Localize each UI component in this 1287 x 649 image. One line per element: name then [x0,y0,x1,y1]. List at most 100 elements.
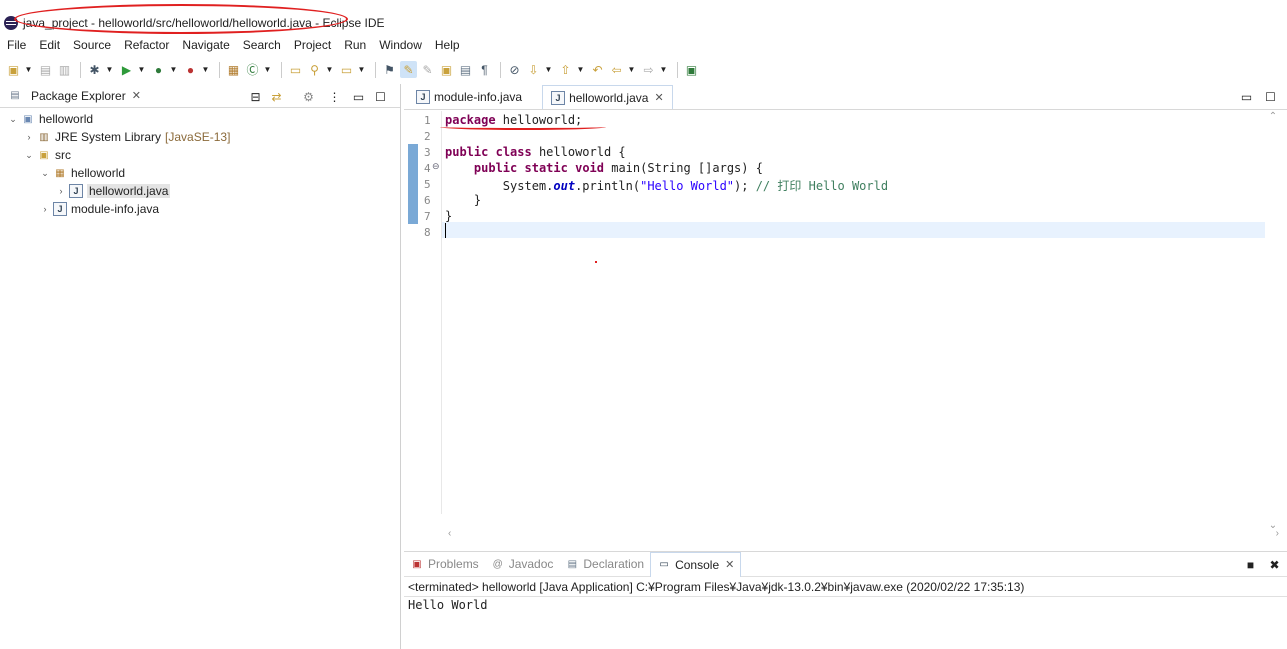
new-icon[interactable]: ▣ [5,61,22,78]
menu-navigate[interactable]: Navigate [175,36,235,54]
chevron-right-icon[interactable]: › [40,204,50,214]
tree-item-src[interactable]: ⌄ ▣ src [24,146,71,164]
keyword: void [575,161,604,175]
close-icon[interactable]: ✕ [725,558,734,571]
view-menu-icon[interactable]: ⋮ [326,88,343,105]
tab-declaration[interactable]: ▤ Declaration [559,552,650,577]
menu-refactor[interactable]: Refactor [117,36,175,54]
tab-problems-label: Problems [428,557,479,571]
menu-source[interactable]: Source [66,36,117,54]
previous-annotation-dropdown-icon[interactable]: ▼ [576,61,585,78]
new-package-icon[interactable]: ▦ [225,61,242,78]
coverage-icon[interactable]: ● [150,61,167,78]
remove-launch-icon[interactable]: ✖ [1266,556,1283,573]
chevron-right-icon[interactable]: › [56,186,66,196]
open-perspective-icon[interactable]: ▣ [683,61,700,78]
tree-item-helloworld-java[interactable]: › J helloworld.java [56,182,171,200]
minimize-icon[interactable]: ▭ [1238,88,1255,105]
collapse-all-icon[interactable]: ⊟ [247,88,264,105]
search-dropdown-icon[interactable]: ▼ [325,61,334,78]
coverage-dropdown-icon[interactable]: ▼ [169,61,178,78]
text-cursor [445,223,446,238]
next-annotation-icon[interactable]: ⇩ [525,61,542,78]
console-output[interactable]: Hello World [408,598,487,612]
menu-project[interactable]: Project [287,36,337,54]
project-label: helloworld [39,112,94,126]
run-dropdown-icon[interactable]: ▼ [137,61,146,78]
mark-occurrences-icon[interactable]: ✎ [419,61,436,78]
code-token: } [445,209,453,223]
debug-dropdown-icon[interactable]: ▼ [105,61,114,78]
maximize-icon[interactable]: ☐ [372,88,389,105]
horizontal-scrollbar[interactable]: ‹ › [442,528,1287,540]
chevron-right-icon[interactable]: › [24,132,34,142]
save-all-icon[interactable]: ▥ [56,61,73,78]
chevron-down-icon[interactable]: ⌄ [24,150,34,161]
new-class-dropdown-icon[interactable]: ▼ [263,61,272,78]
code-token: helloworld { [531,145,626,159]
code-token: } [473,193,482,207]
package-label: helloworld [71,166,126,180]
pin-icon[interactable]: ⚑ [381,61,398,78]
save-icon[interactable]: ▤ [37,61,54,78]
menu-run[interactable]: Run [337,36,372,54]
link-editor-icon[interactable]: ⇄ [268,88,285,105]
minimize-icon[interactable]: ▭ [350,88,367,105]
external-tools-dropdown-icon[interactable]: ▼ [201,61,210,78]
menu-file[interactable]: File [0,36,32,54]
tab-console-label: Console [675,557,720,572]
external-tools-icon[interactable]: ● [182,61,199,78]
chevron-down-icon[interactable]: ⌄ [40,168,50,179]
forward-icon[interactable]: ⇨ [640,61,657,78]
tree-item-package[interactable]: ⌄ ▦ helloworld [40,164,125,182]
tab-helloworld[interactable]: J helloworld.java ✕ [542,85,673,109]
forward-dropdown-icon[interactable]: ▼ [659,61,668,78]
fold-icon[interactable]: ⊖ [432,161,440,172]
scroll-right-icon[interactable]: › [1276,528,1279,540]
toggle-block-icon[interactable]: ▣ [438,61,455,78]
project-folder-icon: ▣ [23,113,33,125]
run-icon[interactable]: ▶ [118,61,135,78]
tab-console[interactable]: ▭ Console ✕ [650,551,742,577]
tree-item-project[interactable]: ⌄ ▣ helloworld [8,110,93,128]
eclipse-icon [4,16,18,30]
menu-window[interactable]: Window [372,36,428,54]
next-annotation-dropdown-icon[interactable]: ▼ [544,61,553,78]
highlight-icon[interactable]: ✎ [400,61,417,78]
tab-problems[interactable]: ▣ Problems [404,552,485,577]
debug-icon[interactable]: ✱ [86,61,103,78]
package-explorer-icon: ▤ [10,90,20,101]
scroll-up-icon[interactable]: ⌃ [1269,111,1277,122]
paragraph-icon[interactable]: ¶ [476,61,493,78]
back-dropdown-icon[interactable]: ▼ [627,61,636,78]
tab-module-info[interactable]: J module-info.java [408,85,530,109]
skip-breakpoints-icon[interactable]: ⊘ [506,61,523,78]
menu-search[interactable]: Search [236,36,287,54]
back-icon[interactable]: ⇦ [608,61,625,78]
previous-annotation-icon[interactable]: ⇧ [557,61,574,78]
line-number: 7 [424,210,431,223]
open-type-icon[interactable]: ▭ [287,61,304,78]
close-icon[interactable]: ✕ [654,91,663,104]
package-explorer-tab[interactable]: ▤ Package Explorer ✕ [8,84,147,108]
open-task-dropdown-icon[interactable]: ▼ [357,61,366,78]
stop-icon[interactable]: ■ [1242,556,1259,573]
tree-item-jre[interactable]: › ▥ JRE System Library [JavaSE-13] [24,128,231,146]
new-dropdown-icon[interactable]: ▼ [24,61,33,78]
new-class-icon[interactable]: Ⓒ [244,61,261,78]
tree-item-module-info[interactable]: › J module-info.java [40,200,159,218]
menu-help[interactable]: Help [428,36,466,54]
show-whitespace-icon[interactable]: ▤ [457,61,474,78]
search-icon[interactable]: ⚲ [306,61,323,78]
menu-edit[interactable]: Edit [32,36,66,54]
open-task-icon[interactable]: ▭ [338,61,355,78]
last-edit-icon[interactable]: ↶ [589,61,606,78]
scroll-left-icon[interactable]: ‹ [448,528,451,540]
close-icon[interactable]: ✕ [132,89,141,102]
maximize-icon[interactable]: ☐ [1262,88,1279,105]
chevron-down-icon[interactable]: ⌄ [8,114,18,125]
line-number: 6 [424,194,431,207]
filters-icon[interactable]: ⚙ [300,88,317,105]
vertical-scrollbar[interactable]: ⌃ ⌄ [1267,111,1279,531]
tab-javadoc[interactable]: @ Javadoc [485,552,560,577]
